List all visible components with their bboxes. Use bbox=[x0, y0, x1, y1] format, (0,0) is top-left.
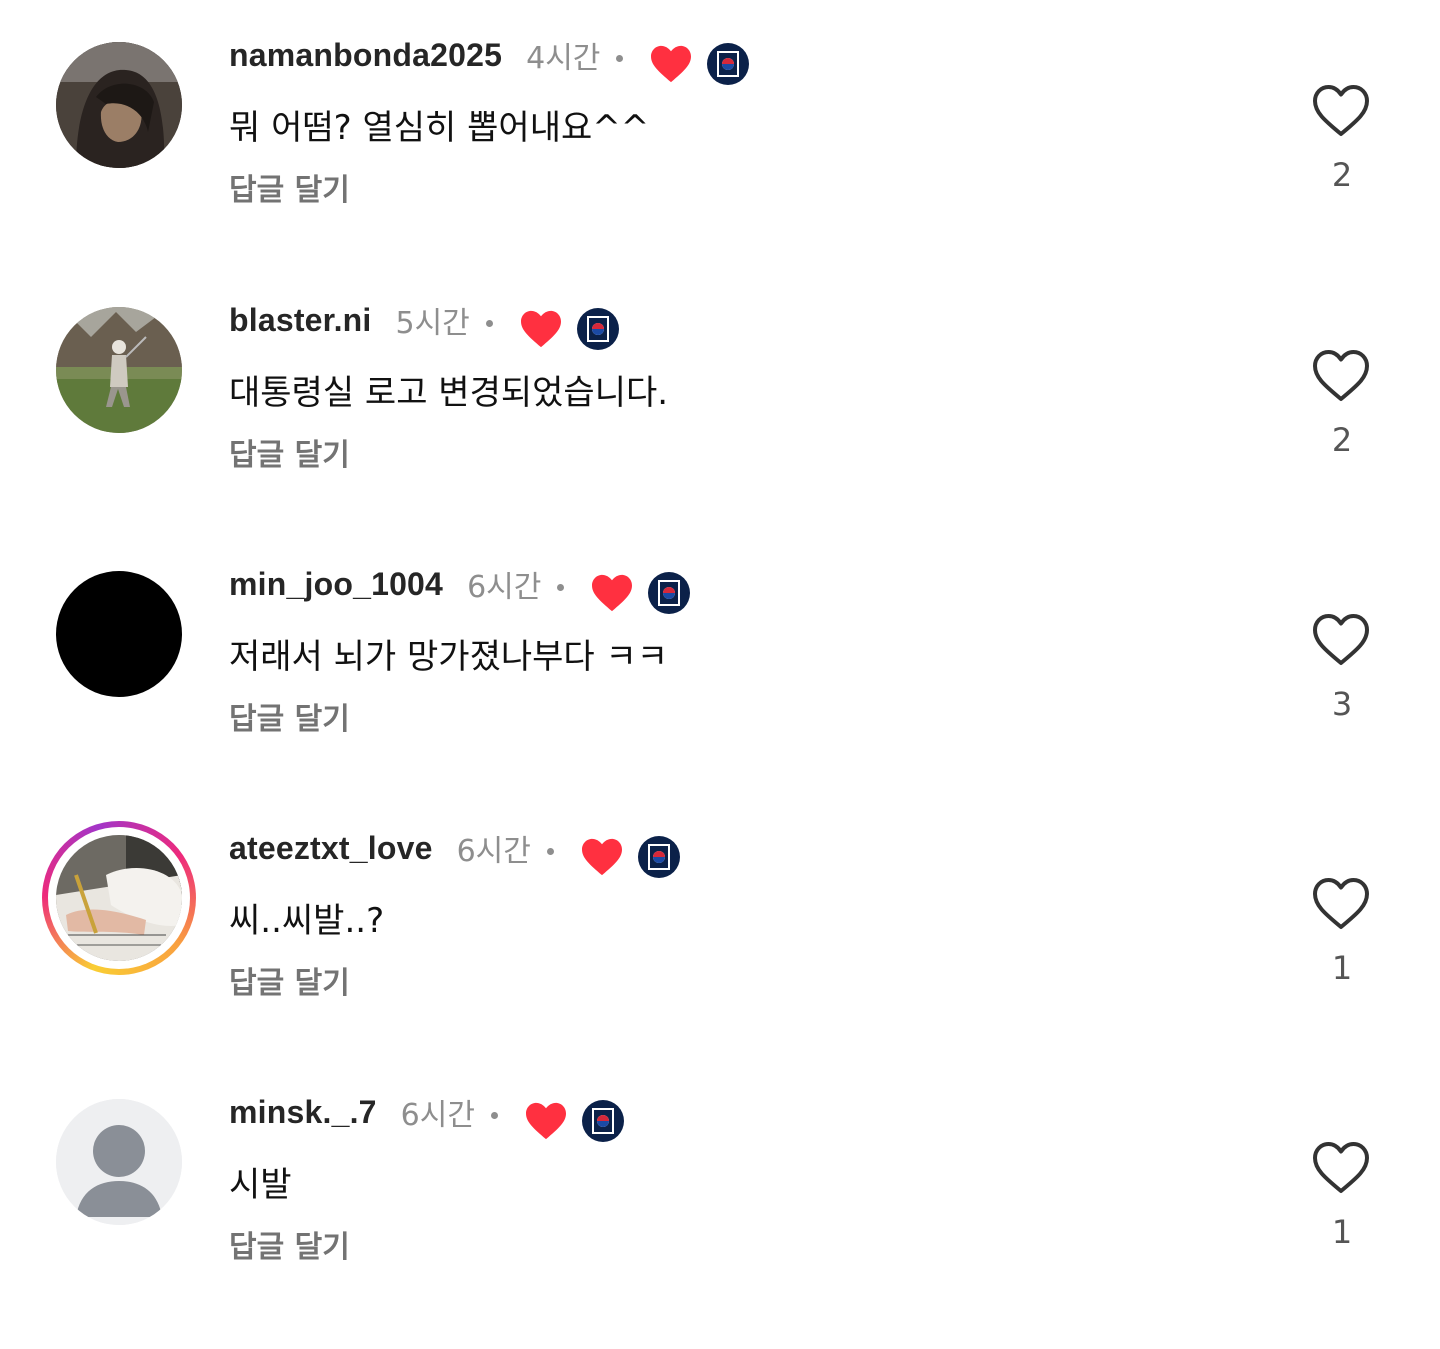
timestamp: 6시간 bbox=[456, 834, 531, 869]
separator-dot bbox=[490, 1111, 498, 1119]
creator-liked-heart-icon bbox=[520, 310, 561, 348]
creator-avatar-badge-icon bbox=[648, 572, 691, 614]
reply-button[interactable]: 답글 달기 bbox=[229, 694, 350, 738]
creator-avatar-badge-icon bbox=[576, 308, 619, 350]
creator-avatar-badge-icon bbox=[581, 1100, 624, 1142]
like-count: 2 bbox=[1331, 421, 1353, 459]
comment-text: 저래서 뇌가 망가졌나부다 ㅋㅋ bbox=[229, 637, 669, 677]
timestamp: 6시간 bbox=[467, 570, 542, 605]
timestamp: 5시간 bbox=[395, 306, 470, 341]
creator-liked-heart-icon bbox=[651, 45, 692, 83]
timestamp: 4시간 bbox=[526, 41, 601, 76]
like-heart-icon[interactable] bbox=[1312, 613, 1370, 667]
avatar-image bbox=[56, 835, 182, 961]
creator-liked-heart-icon bbox=[525, 1102, 566, 1140]
like-heart-icon[interactable] bbox=[1312, 1141, 1370, 1195]
like-count: 3 bbox=[1331, 685, 1353, 723]
like-count: 1 bbox=[1331, 949, 1353, 987]
separator-dot bbox=[485, 319, 493, 327]
comment-item: minsk._.7 6시간 시발 답글 달기 1 bbox=[0, 1057, 1440, 1321]
comment-text: 씨..씨발..? bbox=[229, 901, 385, 941]
username[interactable]: ateeztxt_love bbox=[229, 830, 433, 867]
comment-meta: min_joo_1004 6시간 bbox=[229, 559, 691, 614]
comment-item: ateeztxt_love 6시간 씨..씨발..? 답글 달기 1 bbox=[0, 793, 1440, 1057]
comment-meta: ateeztxt_love 6시간 bbox=[229, 823, 680, 878]
username[interactable]: blaster.ni bbox=[229, 302, 372, 339]
reply-button[interactable]: 답글 달기 bbox=[229, 958, 350, 1002]
like-count: 1 bbox=[1331, 1213, 1353, 1251]
reply-button[interactable]: 답글 달기 bbox=[229, 1222, 350, 1266]
creator-avatar-badge-icon bbox=[707, 43, 750, 85]
avatar-image bbox=[56, 42, 182, 168]
avatar[interactable] bbox=[56, 571, 182, 697]
like-heart-icon[interactable] bbox=[1312, 349, 1370, 403]
username[interactable]: min_joo_1004 bbox=[229, 566, 443, 603]
default-person-icon bbox=[56, 1099, 182, 1225]
comment-item: blaster.ni 5시간 대통령실 로고 변경되었습니다. 답글 달기 2 bbox=[0, 265, 1440, 529]
separator-dot bbox=[546, 847, 554, 855]
comment-item: namanbonda2025 4시간 뭐 어떰? 열심히 뽑어내요^^ 답글 달… bbox=[0, 0, 1440, 264]
separator-dot bbox=[616, 54, 624, 62]
avatar[interactable] bbox=[56, 1099, 182, 1225]
username[interactable]: minsk._.7 bbox=[229, 1094, 377, 1131]
like-count: 2 bbox=[1331, 156, 1353, 194]
avatar[interactable] bbox=[56, 42, 182, 168]
comment-text: 시발 bbox=[229, 1165, 292, 1205]
reply-button[interactable]: 답글 달기 bbox=[229, 430, 350, 474]
creator-liked-heart-icon bbox=[592, 574, 633, 612]
comment-meta: blaster.ni 5시간 bbox=[229, 295, 619, 350]
story-ring-avatar[interactable] bbox=[42, 821, 196, 975]
avatar[interactable] bbox=[56, 307, 182, 433]
comment-meta: namanbonda2025 4시간 bbox=[229, 30, 750, 85]
comment-text: 대통령실 로고 변경되었습니다. bbox=[229, 373, 669, 413]
comment-text: 뭐 어떰? 열심히 뽑어내요^^ bbox=[229, 108, 650, 148]
separator-dot bbox=[557, 583, 565, 591]
username[interactable]: namanbonda2025 bbox=[229, 37, 502, 74]
comment-meta: minsk._.7 6시간 bbox=[229, 1087, 624, 1142]
like-heart-icon[interactable] bbox=[1312, 877, 1370, 931]
timestamp: 6시간 bbox=[400, 1098, 475, 1133]
avatar-image bbox=[56, 307, 182, 433]
creator-liked-heart-icon bbox=[581, 838, 622, 876]
like-heart-icon[interactable] bbox=[1312, 84, 1370, 138]
creator-avatar-badge-icon bbox=[637, 836, 680, 878]
reply-button[interactable]: 답글 달기 bbox=[229, 165, 350, 209]
comment-item: min_joo_1004 6시간 저래서 뇌가 망가졌나부다 ㅋㅋ 답글 달기 … bbox=[0, 529, 1440, 793]
